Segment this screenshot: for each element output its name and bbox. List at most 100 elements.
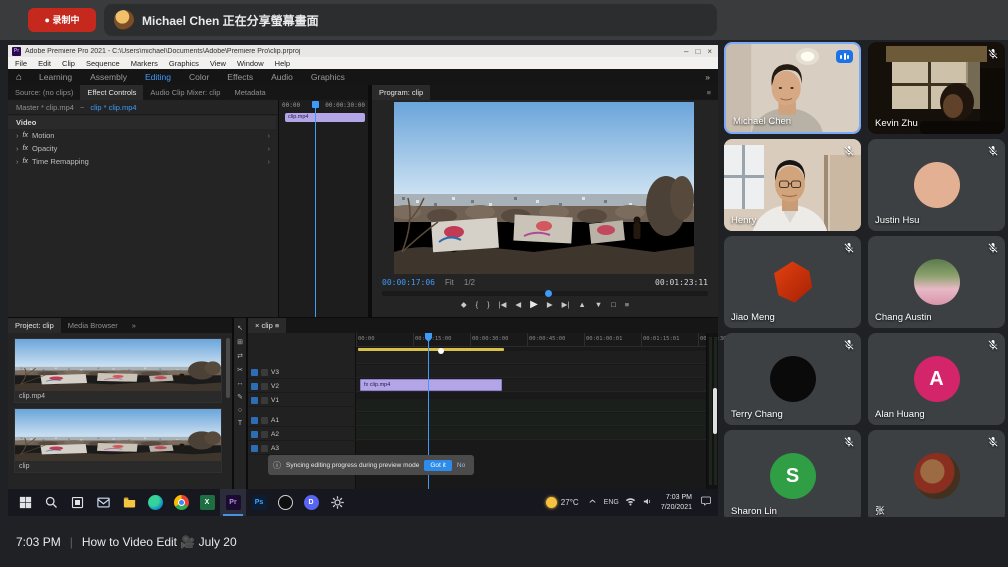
project-item[interactable]: clip (14, 408, 222, 473)
close-icon[interactable]: × (255, 321, 259, 330)
maximize-icon[interactable]: □ (695, 47, 700, 56)
menu-file[interactable]: File (15, 59, 27, 68)
menu-markers[interactable]: Markers (131, 59, 158, 68)
photoshop-icon[interactable]: Ps (246, 489, 272, 516)
program-monitor-tab[interactable]: Program: clip (372, 85, 430, 100)
obs-icon[interactable] (272, 489, 298, 516)
wifi-icon[interactable] (625, 494, 636, 512)
weather-widget[interactable]: 27°C (546, 497, 579, 508)
project-scrollbar[interactable] (226, 338, 230, 398)
reset-icon[interactable]: › (268, 157, 277, 166)
participant-tile[interactable]: 张 (868, 430, 1005, 522)
task-view-icon[interactable] (64, 489, 90, 516)
play-button[interactable]: ▶ (530, 299, 538, 310)
workspace-tab-effects[interactable]: Effects (218, 69, 262, 85)
participant-tile[interactable]: Chang Austin (868, 236, 1005, 328)
menu-help[interactable]: Help (275, 59, 290, 68)
disclosure-icon[interactable]: › (16, 157, 19, 166)
workspace-tab-audio[interactable]: Audio (262, 69, 302, 85)
timeline-scrollbar[interactable] (713, 388, 717, 434)
lift-button[interactable]: ▲ (578, 300, 585, 309)
track-select-tool[interactable]: ⊞ (237, 338, 243, 346)
reset-icon[interactable]: › (268, 131, 277, 140)
ripple-edit-tool[interactable]: ⇄ (237, 352, 243, 360)
slip-tool[interactable]: ↔ (237, 380, 244, 387)
panel-tab[interactable]: Project: clip (8, 318, 61, 333)
panel-menu-icon[interactable]: ≡ (700, 85, 718, 100)
playback-resolution-dropdown[interactable]: 1/2 (464, 278, 475, 287)
step-forward-button[interactable]: ▶ (547, 300, 553, 309)
start-icon[interactable] (12, 489, 38, 516)
overflow-icon[interactable]: » (125, 318, 143, 333)
effect-row-motion[interactable]: ›fxMotion› (8, 129, 276, 142)
mark-in-button[interactable]: { (476, 300, 479, 309)
playhead-drag-dot[interactable] (438, 348, 444, 354)
effect-row-video[interactable]: Video (8, 116, 276, 129)
timeline-tab[interactable]: × clip ≡ (248, 318, 286, 333)
mail-icon[interactable] (90, 489, 116, 516)
pen-tool[interactable]: ✎ (237, 393, 243, 401)
workspace-tab-graphics[interactable]: Graphics (302, 69, 354, 85)
fit-dropdown[interactable]: Fit (445, 278, 454, 287)
language-indicator[interactable]: ENG (604, 499, 619, 506)
timeline-clip[interactable]: fx clip.mp4 (360, 379, 502, 391)
type-tool[interactable]: T (238, 420, 242, 427)
track-lock-toggle[interactable] (261, 369, 268, 376)
source-patch-toggle[interactable] (251, 445, 258, 452)
participant-tile[interactable]: Justin Hsu (868, 139, 1005, 231)
excel-icon[interactable]: X (194, 489, 220, 516)
file-explorer-icon[interactable] (116, 489, 142, 516)
source-patch-toggle[interactable] (251, 383, 258, 390)
overflow-icon[interactable]: » (705, 72, 718, 82)
razor-tool[interactable]: ✂ (237, 366, 243, 374)
add-marker-button[interactable]: ◆ (461, 300, 467, 309)
panel-menu-icon[interactable]: ≡ (275, 321, 279, 330)
menu-view[interactable]: View (210, 59, 226, 68)
disclosure-icon[interactable]: › (16, 144, 19, 153)
settings-button[interactable]: ≡ (625, 300, 629, 309)
panel-tab[interactable]: Audio Clip Mixer: clip (143, 85, 227, 100)
close-icon[interactable]: × (707, 47, 712, 56)
panel-tab[interactable]: Effect Controls (80, 85, 143, 100)
workspace-tab-learning[interactable]: Learning (30, 69, 81, 85)
minimize-icon[interactable]: – (684, 47, 688, 56)
workspace-tab-assembly[interactable]: Assembly (81, 69, 136, 85)
premiere-icon[interactable]: Pr (220, 489, 246, 516)
taskbar-clock[interactable]: 7:03 PM7/20/2021 (661, 493, 692, 511)
track-lock-toggle[interactable] (261, 417, 268, 424)
go-to-out-button[interactable]: ▶| (562, 300, 570, 309)
home-icon[interactable]: ⌂ (8, 72, 30, 83)
menu-edit[interactable]: Edit (38, 59, 51, 68)
participant-tile[interactable]: Jiao Meng (724, 236, 861, 328)
source-patch-toggle[interactable] (251, 397, 258, 404)
timeline-ruler[interactable]: 00:0000:00:15:0000:00:30:0000:00:45:0000… (356, 333, 706, 347)
panel-tab[interactable]: Metadata (227, 85, 272, 100)
settings-icon[interactable] (324, 489, 350, 516)
track-lock-toggle[interactable] (261, 397, 268, 404)
source-patch-toggle[interactable] (251, 369, 258, 376)
volume-icon[interactable] (642, 494, 653, 512)
participant-tile[interactable]: Kevin Zhu (868, 42, 1005, 134)
edge-icon[interactable] (142, 489, 168, 516)
mini-timeline-clip[interactable]: clip.mp4 (285, 113, 365, 122)
hand-tool[interactable]: ○ (238, 407, 242, 414)
recording-badge[interactable]: ● 录制中 (28, 8, 96, 32)
toast-secondary-button[interactable]: No (457, 462, 465, 469)
extract-button[interactable]: ▼ (595, 300, 602, 309)
source-patch-toggle[interactable] (251, 431, 258, 438)
workspace-tab-editing[interactable]: Editing (136, 69, 180, 85)
action-center-icon[interactable] (700, 494, 712, 512)
export-frame-button[interactable]: □ (611, 300, 616, 309)
menu-sequence[interactable]: Sequence (86, 59, 120, 68)
disclosure-icon[interactable]: › (16, 131, 19, 140)
reset-icon[interactable]: › (268, 144, 277, 153)
menu-window[interactable]: Window (237, 59, 264, 68)
menu-clip[interactable]: Clip (62, 59, 75, 68)
panel-tab[interactable]: Media Browser (61, 318, 125, 333)
participant-tile[interactable]: Henry (724, 139, 861, 231)
source-patch-toggle[interactable] (251, 417, 258, 424)
mini-timeline-playhead[interactable] (315, 101, 316, 317)
scrubber-playhead[interactable] (545, 290, 552, 297)
project-item[interactable]: clip.mp4 (14, 338, 222, 403)
program-scrubber[interactable] (382, 291, 708, 296)
